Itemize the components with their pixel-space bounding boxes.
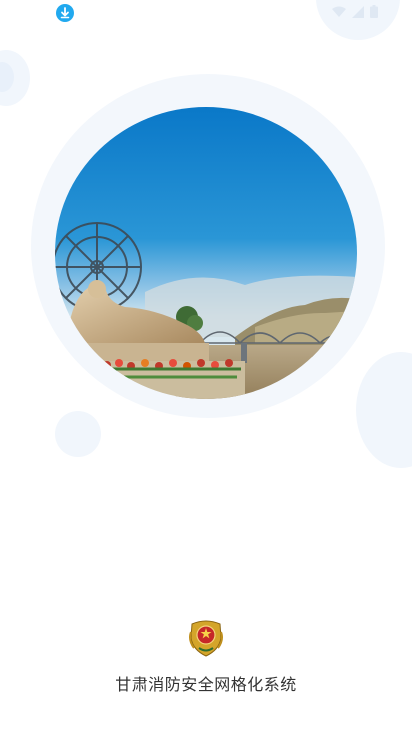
battery-icon [370, 5, 378, 18]
cellular-signal-icon [352, 5, 364, 18]
decor-bubble [356, 352, 412, 468]
app-title: 甘肃消防安全网格化系统 [115, 675, 297, 694]
decor-bubble [55, 411, 101, 457]
status-icons [332, 5, 378, 18]
splash-screen: 甘肃消防安全网格化系统 [0, 0, 412, 732]
download-icon[interactable] [56, 4, 74, 22]
fire-rescue-emblem-icon [188, 618, 224, 658]
wifi-icon [332, 6, 346, 17]
splash-photo [55, 107, 357, 399]
